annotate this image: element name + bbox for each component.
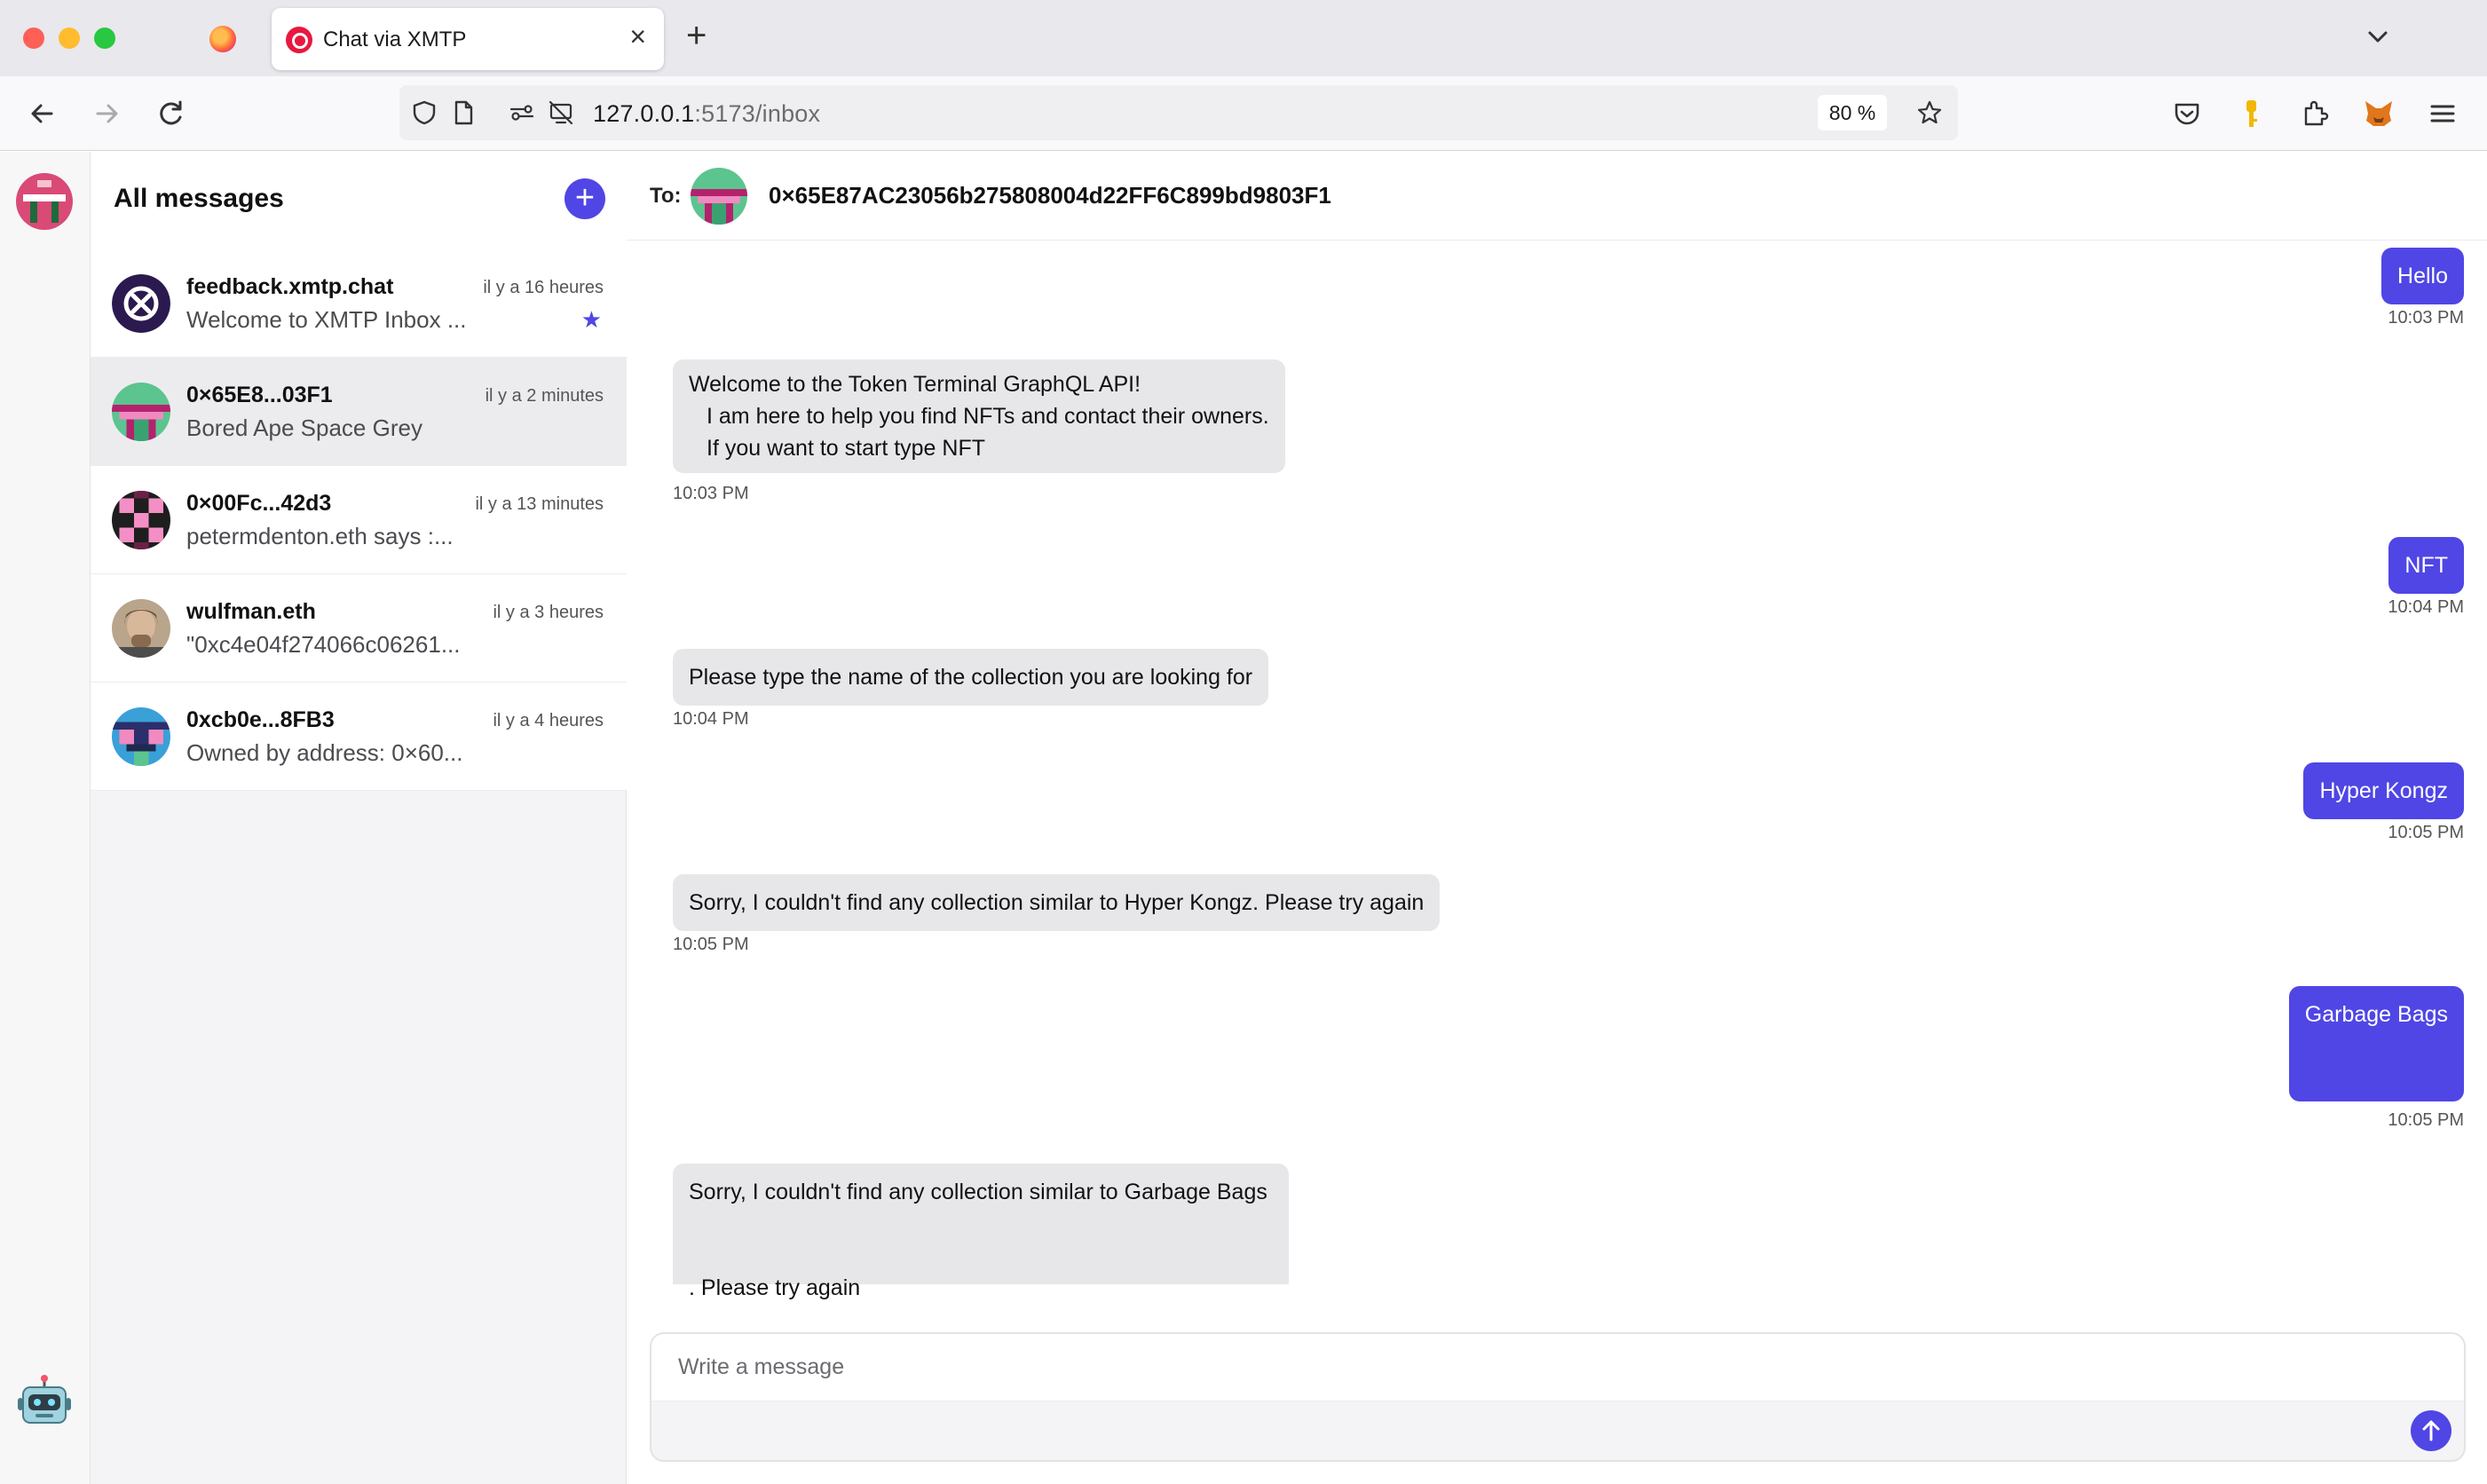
chat-header: To: 0×65E87AC23056b275808004d22FF6C899bd…	[627, 152, 2487, 241]
left-rail	[0, 152, 91, 1484]
message-time: 10:03 PM	[2388, 308, 2464, 328]
message-line: Sorry, I couldn't find any collection si…	[689, 1180, 1267, 1204]
address-bar[interactable]: 127.0.0.1:5173/inbox 80 %	[399, 85, 1958, 140]
xmtp-inbox-app: All messages + feedback.xmtp.chat Welcom…	[0, 152, 2487, 1484]
conversation-time: il y a 3 heures	[493, 603, 604, 622]
outgoing-message: Hello	[2381, 248, 2464, 304]
fullscreen-window-button[interactable]	[94, 28, 115, 49]
outgoing-message: Hyper Kongz	[2303, 762, 2464, 819]
tab-title: Chat via XMTP	[323, 28, 467, 51]
metamask-fox-icon[interactable]	[2361, 96, 2396, 131]
message-line: I am here to help you find NFTs and cont…	[707, 404, 1269, 429]
conversation-time: il y a 13 minutes	[475, 494, 604, 514]
panel-title: All messages	[114, 184, 284, 213]
chat-panel: To: 0×65E87AC23056b275808004d22FF6C899bd…	[627, 152, 2487, 1484]
conversation-item[interactable]: wulfman.eth "0xc4e04f274066c06261... il …	[91, 574, 627, 683]
message-time: 10:04 PM	[2388, 597, 2464, 617]
back-arrow-icon[interactable]	[25, 96, 60, 131]
outgoing-message: Garbage Bags	[2288, 986, 2464, 1101]
robot-icon[interactable]	[14, 1373, 75, 1433]
incoming-message: Sorry, I couldn't find any collection si…	[673, 1164, 1289, 1300]
conversation-time: il y a 16 heures	[483, 278, 604, 297]
conversation-item[interactable]: 0xcb0e...8FB3 Owned by address: 0×60... …	[91, 683, 627, 791]
message-time: 10:04 PM	[673, 709, 749, 729]
message-line: Welcome to the Token Terminal GraphQL AP…	[689, 372, 1141, 397]
firefox-view-icon[interactable]	[209, 26, 236, 52]
send-button[interactable]	[2411, 1410, 2451, 1451]
pocket-icon[interactable]	[2169, 96, 2205, 131]
reload-icon[interactable]	[153, 96, 188, 131]
to-label: To:	[650, 184, 682, 208]
page-icon[interactable]	[449, 99, 478, 127]
key-extension-icon[interactable]	[2233, 96, 2269, 131]
conversation-item[interactable]: 0×65E8...03F1 Bored Ape Space Grey il y …	[91, 358, 627, 466]
url-host: 127.0.0.1	[593, 100, 695, 127]
outgoing-message: NFT	[2388, 537, 2464, 594]
conversation-item[interactable]: feedback.xmtp.chat Welcome to XMTP Inbox…	[91, 249, 627, 358]
bookmark-star-icon[interactable]	[1915, 99, 1944, 127]
conversation-name: wulfman.eth	[186, 599, 316, 624]
conversation-name: 0×00Fc...42d3	[186, 491, 332, 516]
url-text[interactable]: 127.0.0.1:5173/inbox	[593, 100, 820, 128]
chevron-down-icon[interactable]	[2365, 23, 2391, 50]
conversation-avatar	[112, 383, 170, 441]
conversation-item[interactable]: 0×00Fc...42d3 petermdenton.eth says :...…	[91, 466, 627, 574]
message-composer	[650, 1332, 2466, 1462]
screen-share-blocked-icon[interactable]	[547, 99, 575, 127]
conversation-name: feedback.xmtp.chat	[186, 274, 394, 299]
incoming-message: Welcome to the Token Terminal GraphQL AP…	[673, 359, 1285, 473]
conversation-preview: Owned by address: 0×60...	[186, 739, 463, 766]
star-icon[interactable]: ★	[581, 306, 602, 334]
new-tab-button[interactable]: +	[686, 18, 707, 53]
permissions-icon[interactable]	[508, 99, 536, 127]
conversation-list-panel: All messages + feedback.xmtp.chat Welcom…	[91, 152, 627, 1484]
conversation-avatar	[112, 491, 170, 549]
forward-arrow-icon[interactable]	[89, 96, 124, 131]
user-avatar[interactable]	[16, 173, 73, 230]
arrow-up-icon	[2422, 1420, 2440, 1441]
conversation-preview: petermdenton.eth says :...	[186, 523, 454, 549]
conversation-avatar	[112, 274, 170, 333]
tab-chat-via-xmtp[interactable]: Chat via XMTP ×	[272, 8, 664, 70]
extensions-icon[interactable]	[2297, 96, 2333, 131]
conversation-time: il y a 4 heures	[493, 711, 604, 730]
recipient-avatar	[691, 168, 747, 225]
message-time: 10:05 PM	[673, 935, 749, 954]
xmtp-favicon-icon	[286, 27, 312, 53]
tab-close-icon[interactable]: ×	[629, 22, 646, 51]
conversation-name: 0×65E8...03F1	[186, 383, 333, 407]
conversation-preview: Bored Ape Space Grey	[186, 414, 422, 441]
minimize-window-button[interactable]	[59, 28, 80, 49]
message-time: 10:03 PM	[673, 484, 749, 503]
conversation-preview: Welcome to XMTP Inbox ...	[186, 306, 467, 333]
url-path: :5173/inbox	[694, 100, 821, 127]
conversation-preview: "0xc4e04f274066c06261...	[186, 631, 461, 658]
conversation-list-header: All messages +	[91, 152, 627, 249]
incoming-message: Sorry, I couldn't find any collection si…	[673, 874, 1441, 931]
conversation-avatar	[112, 599, 170, 658]
message-time: 10:05 PM	[2388, 823, 2464, 842]
conversation-avatar	[112, 707, 170, 766]
incoming-message: Please type the name of the collection y…	[673, 649, 1269, 706]
new-conversation-button[interactable]: +	[565, 178, 605, 219]
message-input[interactable]	[651, 1334, 2464, 1401]
conversation-name: 0xcb0e...8FB3	[186, 707, 335, 732]
browser-nav-bar: 127.0.0.1:5173/inbox 80 %	[0, 76, 2487, 151]
hamburger-menu-icon[interactable]	[2425, 96, 2460, 131]
message-line: . Please try again	[689, 1275, 861, 1300]
close-window-button[interactable]	[23, 28, 44, 49]
zoom-level-badge[interactable]: 80 %	[1818, 95, 1887, 130]
browser-tab-bar: Chat via XMTP × +	[0, 0, 2487, 76]
message-time: 10:05 PM	[2388, 1110, 2464, 1130]
shield-icon[interactable]	[410, 99, 438, 127]
message-line: If you want to start type NFT	[707, 436, 986, 461]
recipient-address[interactable]: 0×65E87AC23056b275808004d22FF6C899bd9803…	[769, 182, 1331, 209]
conversation-time: il y a 2 minutes	[485, 386, 604, 406]
